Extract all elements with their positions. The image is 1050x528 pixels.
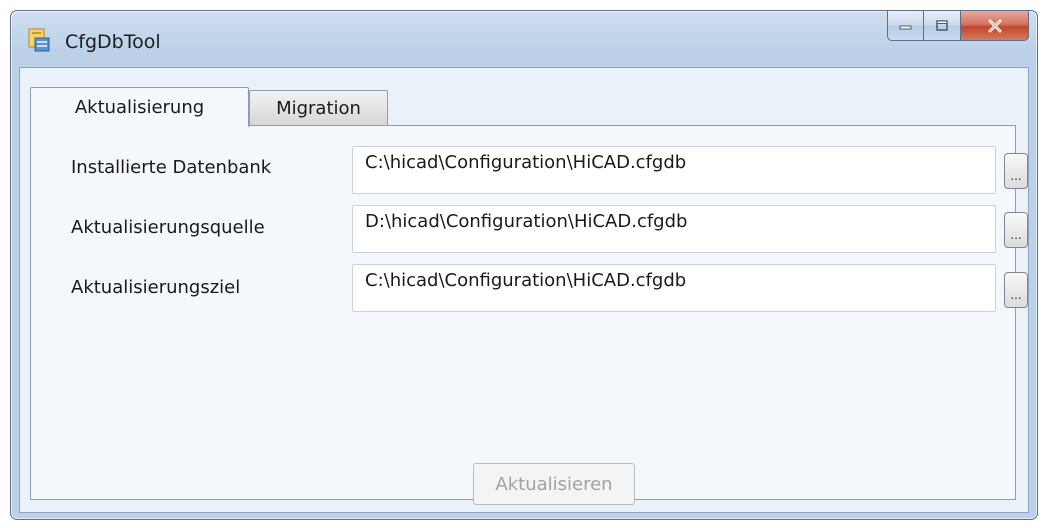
browse-update-source-button[interactable]: ... bbox=[1004, 212, 1028, 248]
installed-database-label: Installierte Datenbank bbox=[71, 157, 272, 178]
client-area: Aktualisierung Migration Installierte Da… bbox=[19, 67, 1029, 513]
window-title: CfgDbTool bbox=[65, 31, 161, 53]
browse-label: ... bbox=[1010, 228, 1022, 242]
tab-label: Aktualisierung bbox=[74, 97, 205, 118]
browse-label: ... bbox=[1010, 169, 1022, 183]
update-button[interactable]: Aktualisieren bbox=[473, 463, 635, 505]
update-target-field[interactable] bbox=[352, 264, 996, 312]
minimize-button[interactable] bbox=[887, 11, 924, 41]
update-target-label: Aktualisierungsziel bbox=[71, 277, 241, 298]
title-bar[interactable]: CfgDbTool bbox=[11, 11, 1037, 67]
close-button[interactable] bbox=[961, 11, 1029, 41]
tab-panel-aktualisierung: Installierte Datenbank ... Aktualisierun… bbox=[30, 125, 1028, 505]
minimize-icon bbox=[899, 25, 911, 29]
tab-label: Migration bbox=[276, 97, 361, 119]
app-window: CfgDbTool Aktualisierung Migration Insta… bbox=[10, 10, 1038, 520]
maximize-icon bbox=[936, 19, 948, 31]
tab-aktualisierung[interactable]: Aktualisierung bbox=[30, 87, 249, 127]
installed-database-field[interactable] bbox=[352, 146, 996, 194]
caption-buttons bbox=[887, 11, 1029, 43]
browse-update-target-button[interactable]: ... bbox=[1004, 272, 1028, 308]
browse-installed-database-button[interactable]: ... bbox=[1004, 153, 1028, 189]
update-source-label: Aktualisierungsquelle bbox=[71, 217, 265, 238]
cfgdb-app-icon bbox=[28, 28, 50, 52]
close-icon bbox=[988, 19, 1001, 32]
browse-label: ... bbox=[1010, 288, 1022, 302]
maximize-button[interactable] bbox=[924, 11, 961, 41]
update-button-label: Aktualisieren bbox=[495, 473, 613, 495]
tab-migration[interactable]: Migration bbox=[249, 90, 388, 125]
update-source-field[interactable] bbox=[352, 205, 996, 253]
